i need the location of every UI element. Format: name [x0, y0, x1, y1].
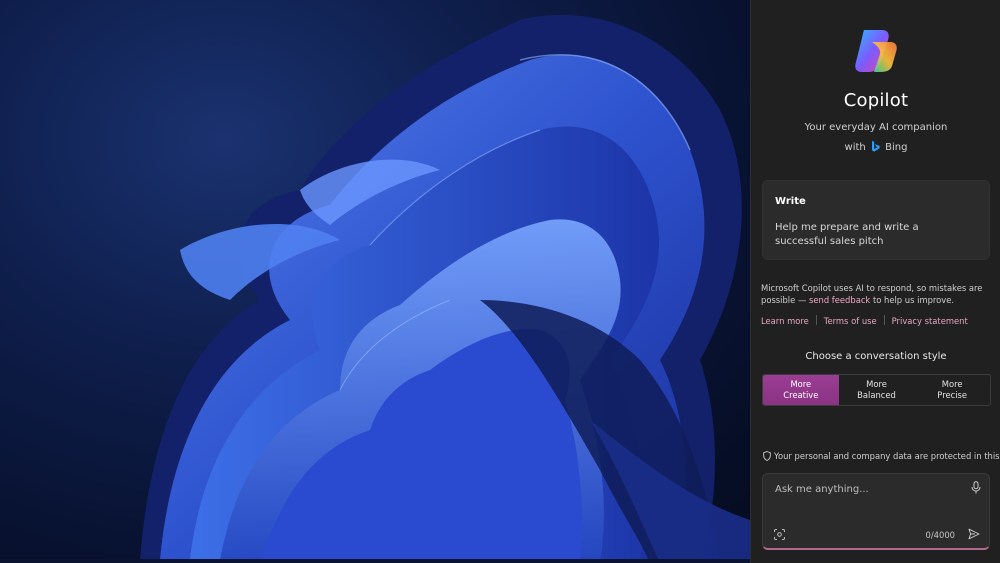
disclaimer-text-end: to help us improve.: [870, 294, 955, 305]
send-icon[interactable]: [968, 528, 980, 540]
style-line: Creative: [783, 390, 819, 400]
copilot-logo-icon: [855, 30, 897, 72]
style-line: More: [941, 379, 963, 389]
divider: [815, 315, 817, 325]
learn-more-link[interactable]: Learn more: [761, 316, 809, 326]
copilot-sidebar: Copilot Your everyday AI companion with …: [750, 0, 1000, 563]
screenshot-icon[interactable]: [774, 529, 785, 540]
bloom-graphic: [140, 14, 750, 563]
terms-of-use-link[interactable]: Terms of use: [824, 316, 877, 326]
desktop-wallpaper: [0, 0, 750, 563]
write-prompt-card[interactable]: Write Help me prepare and write a succes…: [762, 180, 990, 260]
with-prefix: with: [844, 142, 866, 153]
bing-label: Bing: [885, 142, 908, 153]
chat-input-box: 0/4000: [762, 473, 990, 550]
style-line: More: [866, 379, 887, 389]
style-precise-button[interactable]: More Precise: [914, 375, 990, 405]
copilot-subtitle: Your everyday AI companion: [804, 122, 948, 133]
data-protection-note: Your personal and company data are prote…: [763, 451, 1000, 461]
character-count: 0/4000: [925, 530, 955, 540]
style-line: Precise: [937, 390, 968, 400]
privacy-statement-link[interactable]: Privacy statement: [892, 316, 968, 326]
style-line: More: [790, 379, 812, 389]
card-text: Help me prepare and write a successful s…: [775, 222, 919, 247]
conversation-style-selector: More Creative More Balanced More Precise: [762, 374, 991, 406]
send-feedback-link[interactable]: send feedback: [809, 295, 870, 305]
bing-icon: [871, 141, 880, 152]
footer-links: Learn more Terms of use Privacy statement: [761, 315, 996, 326]
style-balanced-button[interactable]: More Balanced: [839, 375, 915, 405]
powered-by: with Bing: [751, 141, 1000, 153]
shield-icon: [763, 451, 771, 461]
style-line: Balanced: [857, 390, 896, 400]
taskbar-strip: [0, 559, 750, 563]
card-label: Write: [775, 196, 806, 207]
data-protection-text: Your personal and company data are prote…: [774, 451, 1000, 461]
ask-input[interactable]: [773, 480, 957, 498]
ai-disclaimer: Microsoft Copilot uses AI to respond, so…: [761, 283, 996, 306]
divider: [883, 315, 885, 325]
style-creative-button[interactable]: More Creative: [763, 375, 839, 405]
copilot-title: Copilot: [843, 90, 909, 111]
microphone-icon[interactable]: [971, 481, 981, 494]
conversation-style-heading: Choose a conversation style: [805, 351, 947, 362]
